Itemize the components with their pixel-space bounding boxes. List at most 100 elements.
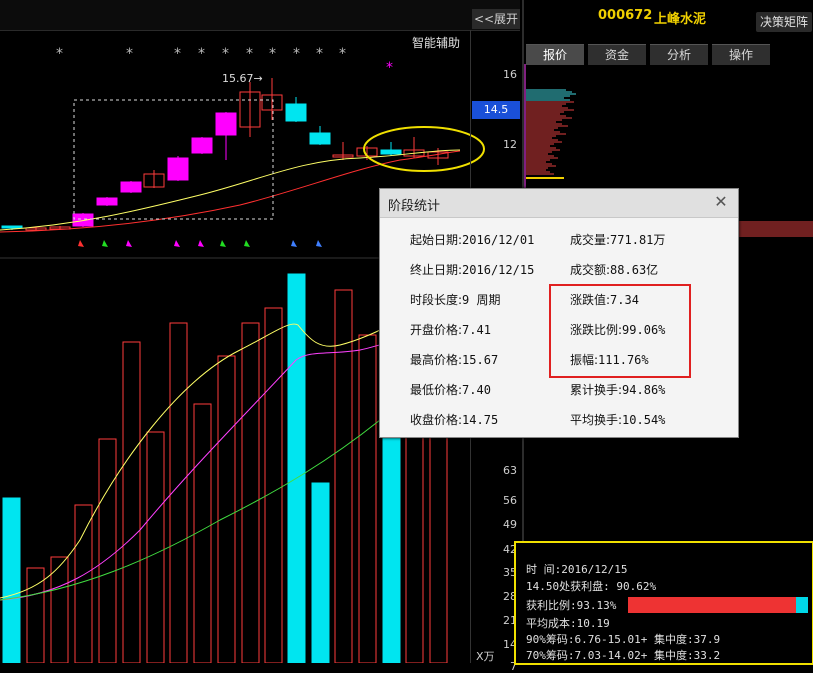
- signal-asterisk: *: [316, 46, 323, 62]
- candle-body: [191, 137, 213, 154]
- volume-bar: [146, 431, 165, 663]
- candle-body: [309, 132, 331, 145]
- chip-90: 90%筹码:6.76-15.01+ 集中度:37.9: [526, 633, 721, 646]
- profit-ratio-bar: [628, 597, 808, 613]
- signal-asterisk: *: [339, 46, 346, 62]
- stat-row: 开盘价格:7.41: [410, 321, 491, 338]
- signal-marker: [102, 240, 108, 247]
- chip-70: 70%筹码:7.03-14.02+ 集中度:33.2: [526, 649, 721, 662]
- signal-asterisk: *: [198, 46, 205, 62]
- stat-value: 9 周期: [462, 293, 501, 307]
- signal-asterisk: *: [246, 46, 253, 62]
- stat-value: 88.63亿: [610, 263, 659, 277]
- stat-value: 7.40: [462, 383, 491, 397]
- smart-assist-label[interactable]: 智能辅助: [412, 34, 460, 51]
- dialog-title: 阶段统计: [388, 199, 441, 214]
- stat-label: 累计换手:: [570, 383, 623, 397]
- signal-asterisk: *: [174, 46, 181, 62]
- candle-body: [285, 103, 307, 122]
- signal-asterisk: *: [126, 46, 133, 62]
- profit-ratio-bar-fill: [628, 597, 796, 613]
- stat-value: 2016/12/15: [462, 263, 535, 277]
- stat-row: 最低价格:7.40: [410, 381, 491, 398]
- stat-label: 收盘价格:: [410, 413, 463, 427]
- stat-label: 终止日期:: [410, 263, 463, 277]
- stat-value: 2016/12/01: [462, 233, 535, 247]
- stat-label: 成交量:: [570, 233, 611, 247]
- signal-asterisk: *: [269, 46, 276, 62]
- stat-label: 起始日期:: [410, 233, 463, 247]
- chip-profit-ratio: 获利比例:93.13%: [526, 599, 617, 612]
- candle-body: [215, 112, 237, 136]
- stat-value: 15.67: [462, 353, 499, 367]
- signal-marker: [126, 240, 132, 247]
- tab-operate[interactable]: 操作: [712, 44, 770, 65]
- high-price-label: 15.67→: [222, 72, 263, 85]
- stat-row: 累计换手:94.86%: [570, 381, 665, 398]
- chip-profit-line: 14.50处获利盘: 90.62%: [526, 580, 657, 593]
- stat-row: 最高价格:15.67: [410, 351, 498, 368]
- close-icon[interactable]: ✕: [712, 193, 730, 211]
- stat-label: 成交额:: [570, 263, 611, 277]
- candle-body: [380, 149, 402, 155]
- volume-bar: [382, 431, 401, 663]
- chart-toolbar: [0, 0, 520, 31]
- stat-row: 成交量:771.81万: [570, 231, 665, 248]
- price-tick: 16: [503, 68, 517, 81]
- volume-bar: [122, 341, 141, 663]
- volume-bar: [50, 556, 69, 663]
- signal-marker: [244, 240, 250, 247]
- tab-funds[interactable]: 资金: [588, 44, 646, 65]
- stat-row: 时段长度:9 周期: [410, 291, 501, 308]
- stat-value: 94.86%: [622, 383, 666, 397]
- stat-row: 成交额:88.63亿: [570, 261, 658, 278]
- chip-stats-box: 时 间:2016/12/15 14.50处获利盘: 90.62% 获利比例:93…: [514, 541, 813, 665]
- volume-bar: [241, 322, 260, 663]
- signal-asterisk: *: [386, 60, 393, 76]
- stat-value: 7.41: [462, 323, 491, 337]
- tab-analysis[interactable]: 分析: [650, 44, 708, 65]
- candle-body: [72, 213, 94, 227]
- dialog-titlebar[interactable]: 阶段统计 ✕: [380, 189, 738, 218]
- signal-asterisk: *: [293, 46, 300, 62]
- price-tick: 12: [503, 138, 517, 151]
- decision-matrix-button[interactable]: 决策矩阵: [756, 12, 812, 32]
- current-price-marker: 14.5: [472, 101, 520, 119]
- signal-marker: [174, 240, 180, 247]
- signal-asterisk: *: [222, 46, 229, 62]
- stat-value: 14.75: [462, 413, 499, 427]
- tab-quote[interactable]: 报价: [526, 44, 584, 65]
- expand-button[interactable]: <<展开: [472, 9, 520, 29]
- chip-time: 时 间:2016/12/15: [526, 563, 628, 576]
- volume-tick: 56: [503, 494, 517, 507]
- volume-tick: 49: [503, 518, 517, 531]
- candle-body: [167, 157, 189, 181]
- stat-label: 时段长度:: [410, 293, 463, 307]
- stat-label: 最低价格:: [410, 383, 463, 397]
- signal-asterisk: *: [56, 46, 63, 62]
- stat-value: 10.54%: [622, 413, 666, 427]
- candle-body: [120, 181, 142, 193]
- signal-marker: [220, 240, 226, 247]
- highlight-box: [549, 284, 691, 378]
- stat-label: 平均换手:: [570, 413, 623, 427]
- signal-marker: [291, 240, 297, 247]
- volume-bar: [264, 307, 283, 663]
- volume-bar: [217, 355, 236, 663]
- signal-marker: [316, 240, 322, 247]
- volume-bar: [98, 438, 117, 663]
- stat-row: 终止日期:2016/12/15: [410, 261, 534, 278]
- chip-avg-cost: 平均成本:10.19: [526, 617, 610, 630]
- stat-row: 起始日期:2016/12/01: [410, 231, 534, 248]
- volume-bar: [26, 567, 45, 663]
- candle-body: [1, 225, 23, 229]
- signal-marker: [198, 240, 204, 247]
- stat-label: 最高价格:: [410, 353, 463, 367]
- stat-row: 收盘价格:14.75: [410, 411, 498, 428]
- volume-bar: [287, 273, 306, 663]
- volume-bar: [311, 482, 330, 663]
- volume-unit: X万: [476, 650, 495, 663]
- volume-tick: 63: [503, 464, 517, 477]
- volume-bar: [2, 497, 21, 663]
- stock-code: 000672: [598, 8, 653, 23]
